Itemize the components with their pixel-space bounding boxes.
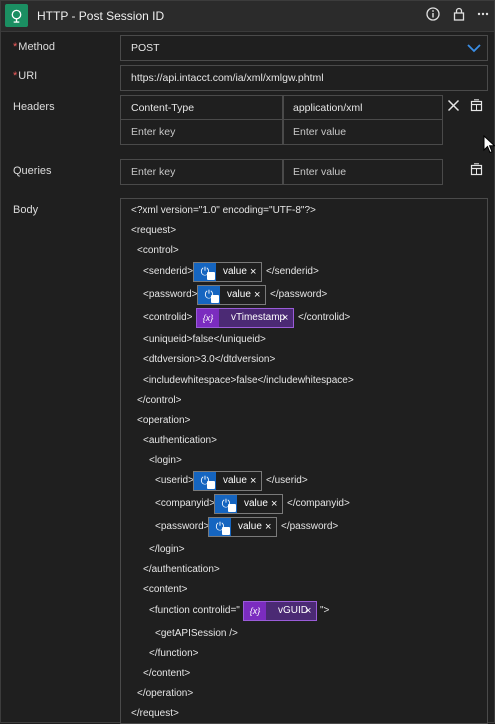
query-value-input[interactable]: Enter value (283, 159, 443, 185)
dynamic-content-token[interactable]: ⏻ value × (197, 285, 266, 305)
lock-icon (207, 272, 215, 280)
method-dropdown[interactable]: POST (120, 35, 488, 61)
uri-value: https://api.intacct.com/ia/xml/xmlgw.pht… (131, 72, 324, 84)
close-icon[interactable] (447, 99, 460, 117)
body-line: </password> (270, 289, 328, 300)
token-label: value (223, 266, 247, 277)
body-line: </authentication> (143, 564, 220, 575)
body-line: </request> (131, 708, 179, 719)
body-line: </controlid> (298, 312, 351, 323)
new-header-key-input[interactable]: Enter key (120, 119, 283, 145)
body-line: <companyid> (155, 498, 216, 509)
new-header-value-placeholder: Enter value (293, 126, 347, 138)
body-label: Body (13, 204, 39, 216)
body-editor[interactable]: <?xml version="1.0" encoding="UTF-8"?> <… (120, 198, 488, 724)
queries-label: Queries (13, 165, 52, 177)
http-action-card: HTTP - Post Session ID *Method POST *URI… (0, 0, 495, 724)
lock-icon (228, 504, 236, 512)
remove-token-icon[interactable]: × (305, 602, 311, 620)
action-title: HTTP - Post Session ID (37, 9, 165, 23)
remove-token-icon[interactable]: × (250, 263, 256, 281)
body-line: </operation> (137, 688, 194, 699)
remove-token-icon[interactable]: × (265, 518, 271, 536)
token-label: value (223, 475, 247, 486)
more-options-icon[interactable] (475, 7, 491, 23)
switch-to-text-mode-icon[interactable] (470, 163, 483, 181)
dynamic-content-token[interactable]: ⏻ value × (193, 471, 262, 491)
body-line: <includewhitespace>false</includewhitesp… (143, 375, 354, 386)
query-value-placeholder: Enter value (293, 166, 347, 178)
body-line: <function controlid=" (149, 605, 240, 616)
body-line: </control> (137, 395, 182, 406)
token-label: vTimestamp (231, 312, 286, 323)
mouse-cursor-icon (483, 134, 495, 159)
uri-input[interactable]: https://api.intacct.com/ia/xml/xmlgw.pht… (120, 65, 488, 91)
remove-token-icon[interactable]: × (250, 472, 256, 490)
token-label: value (227, 289, 251, 300)
dynamic-content-token[interactable]: ⏻ value × (214, 494, 283, 514)
body-line: <content> (143, 584, 188, 595)
body-line: <dtdversion>3.0</dtdversion> (143, 354, 276, 365)
dynamic-content-token[interactable]: ⏻ value × (193, 262, 262, 282)
query-key-placeholder: Enter key (131, 166, 176, 178)
body-line: </senderid> (266, 266, 319, 277)
body-line: </companyid> (287, 498, 350, 509)
body-line: </content> (143, 668, 191, 679)
chevron-down-icon[interactable] (467, 41, 481, 59)
token-label: vGUID (278, 605, 308, 616)
body-line: <userid> (155, 475, 194, 486)
token-label: value (238, 521, 262, 532)
body-line: <operation> (137, 415, 191, 426)
header-key-input[interactable]: Content-Type (120, 95, 283, 121)
lock-icon (211, 295, 219, 303)
body-line: </password> (281, 521, 339, 532)
body-line: <?xml version="1.0" encoding="UTF-8"?> (131, 205, 316, 216)
variable-icon: {x} (244, 602, 266, 620)
remove-token-icon[interactable]: × (254, 286, 260, 304)
lock-icon (222, 527, 230, 535)
body-line: <getAPISession /> (155, 628, 238, 639)
body-line: </login> (149, 544, 185, 555)
header-value-input[interactable]: application/xml (283, 95, 443, 121)
body-line: <uniqueid>false</uniqueid> (143, 334, 266, 345)
new-header-key-placeholder: Enter key (131, 126, 176, 138)
card-header[interactable]: HTTP - Post Session ID (1, 1, 494, 32)
body-line: <password> (155, 521, 210, 532)
remove-token-icon[interactable]: × (271, 495, 277, 513)
remove-token-icon[interactable]: × (282, 309, 288, 327)
method-value: POST (131, 42, 160, 54)
body-line: <request> (131, 225, 177, 236)
switch-to-text-mode-icon[interactable] (470, 99, 483, 117)
dynamic-content-token[interactable]: ⏻ value × (208, 517, 277, 537)
variable-token[interactable]: {x} vGUID × (243, 601, 317, 621)
info-icon[interactable] (425, 7, 441, 23)
http-globe-icon (5, 4, 28, 27)
token-label: value (244, 498, 268, 509)
body-line: <password> (143, 289, 198, 300)
headers-label: Headers (13, 101, 55, 113)
body-line: <login> (149, 455, 182, 466)
new-header-value-input[interactable]: Enter value (283, 119, 443, 145)
header-value-value: application/xml (293, 102, 363, 114)
body-line: <control> (137, 245, 179, 256)
body-line: "> (320, 605, 330, 616)
query-key-input[interactable]: Enter key (120, 159, 283, 185)
header-key-value: Content-Type (131, 102, 195, 114)
body-line: </function> (149, 648, 199, 659)
variable-token[interactable]: {x} vTimestamp × (196, 308, 294, 328)
body-line: </userid> (266, 475, 308, 486)
lock-icon (207, 481, 215, 489)
body-line: <authentication> (143, 435, 217, 446)
method-label: *Method (13, 41, 55, 53)
lock-icon[interactable] (451, 7, 467, 23)
variable-icon: {x} (197, 309, 219, 327)
uri-label: *URI (13, 70, 38, 82)
body-line: <senderid> (143, 266, 194, 277)
body-line: <controlid> (143, 312, 193, 323)
